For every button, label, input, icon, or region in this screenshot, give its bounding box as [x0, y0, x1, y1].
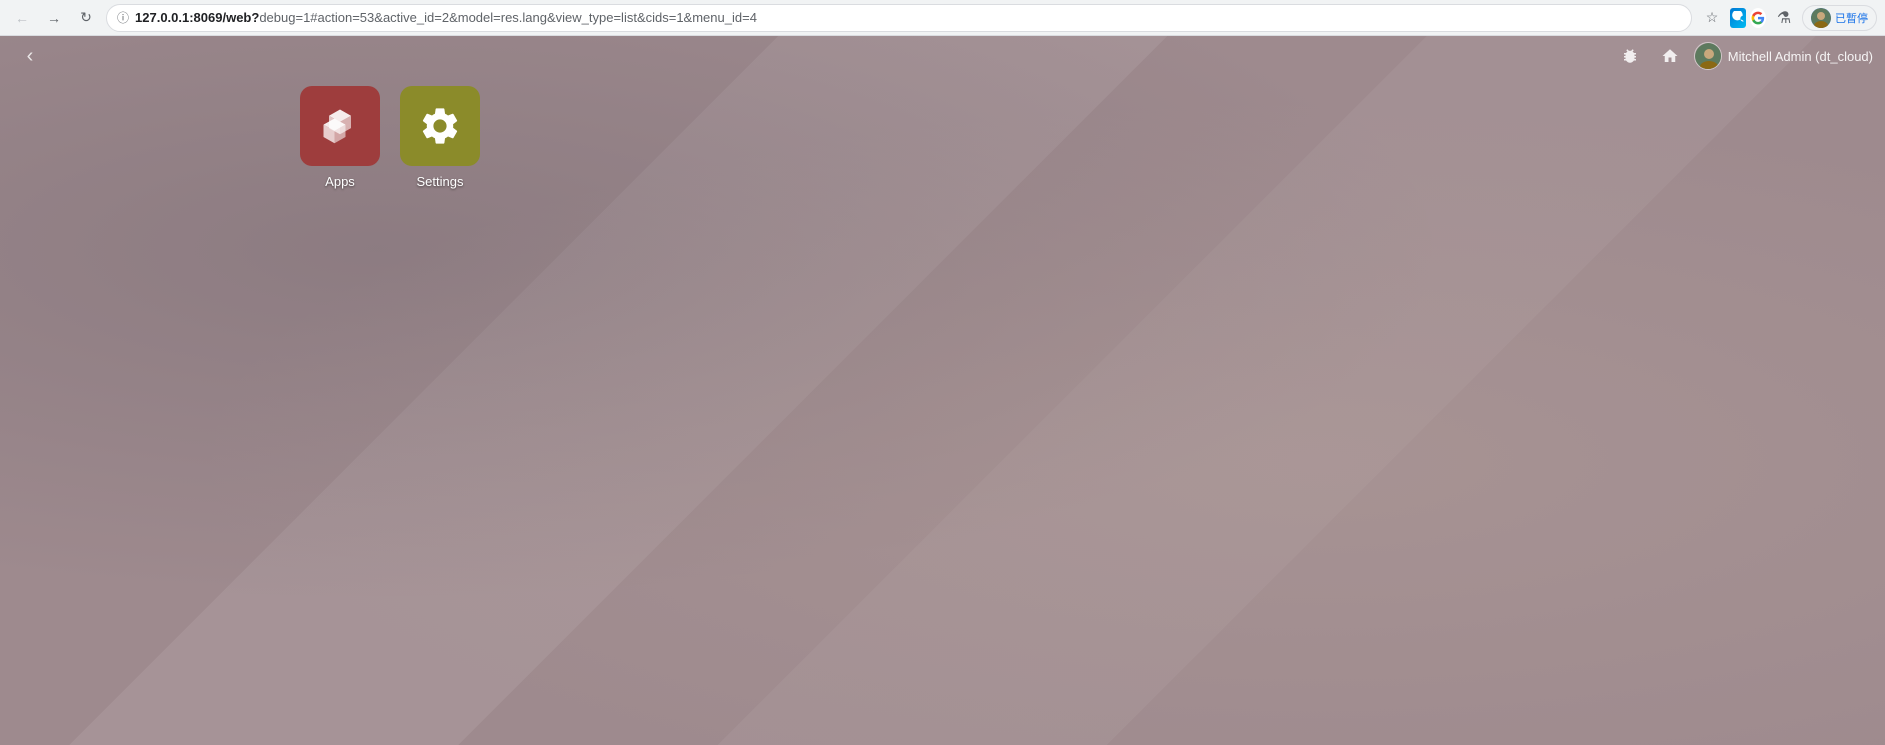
secure-icon: ⓘ	[117, 9, 129, 26]
browser-actions: ☆ ⚗	[1698, 4, 1877, 32]
user-profile-button[interactable]: Mitchell Admin (dt_cloud)	[1694, 42, 1873, 70]
apps-container: Apps Settings	[300, 86, 480, 189]
forward-button[interactable]: →	[40, 4, 68, 32]
nav-buttons: ← → ↻	[8, 4, 100, 32]
url-display: 127.0.0.1:8069/web?debug=1#action=53&act…	[135, 10, 1681, 25]
url-params: debug=1#action=53&active_id=2&model=res.…	[259, 10, 757, 25]
google-logo	[1750, 8, 1766, 28]
debug-icon-button[interactable]	[1614, 40, 1646, 72]
bookmarks-button[interactable]: ☆	[1698, 4, 1726, 32]
app-back-button[interactable]: ‹	[12, 38, 48, 74]
edge-extension-icon[interactable]	[1730, 10, 1746, 26]
profile-name-label: 已暫停	[1835, 10, 1868, 26]
browser-chrome: ← → ↻ ⓘ 127.0.0.1:8069/web?debug=1#actio…	[0, 0, 1885, 36]
settings-label: Settings	[417, 174, 464, 189]
reload-button[interactable]: ↻	[72, 4, 100, 32]
profile-button[interactable]: 已暫停	[1802, 5, 1877, 31]
google-extension-icon[interactable]	[1750, 10, 1766, 26]
edge-logo	[1730, 8, 1746, 28]
gear-icon	[418, 104, 462, 148]
apps-label: Apps	[325, 174, 355, 189]
app-topbar: ‹ Mitchell	[0, 36, 1885, 76]
app-icon-settings[interactable]: Settings	[400, 86, 480, 189]
user-name-label: Mitchell Admin (dt_cloud)	[1728, 49, 1873, 64]
cubes-icon	[318, 104, 362, 148]
home-icon-button[interactable]	[1654, 40, 1686, 72]
app-area: ‹ Mitchell	[0, 36, 1885, 745]
extensions-button[interactable]: ⚗	[1770, 4, 1798, 32]
url-host: 127.0.0.1:8069/web?	[135, 10, 259, 25]
user-avatar	[1694, 42, 1722, 70]
back-button[interactable]: ←	[8, 4, 36, 32]
settings-icon-box[interactable]	[400, 86, 480, 166]
address-bar[interactable]: ⓘ 127.0.0.1:8069/web?debug=1#action=53&a…	[106, 4, 1692, 32]
app-topbar-right: Mitchell Admin (dt_cloud)	[1614, 40, 1873, 72]
apps-icon-box[interactable]	[300, 86, 380, 166]
profile-avatar	[1811, 8, 1831, 28]
app-icon-apps[interactable]: Apps	[300, 86, 380, 189]
